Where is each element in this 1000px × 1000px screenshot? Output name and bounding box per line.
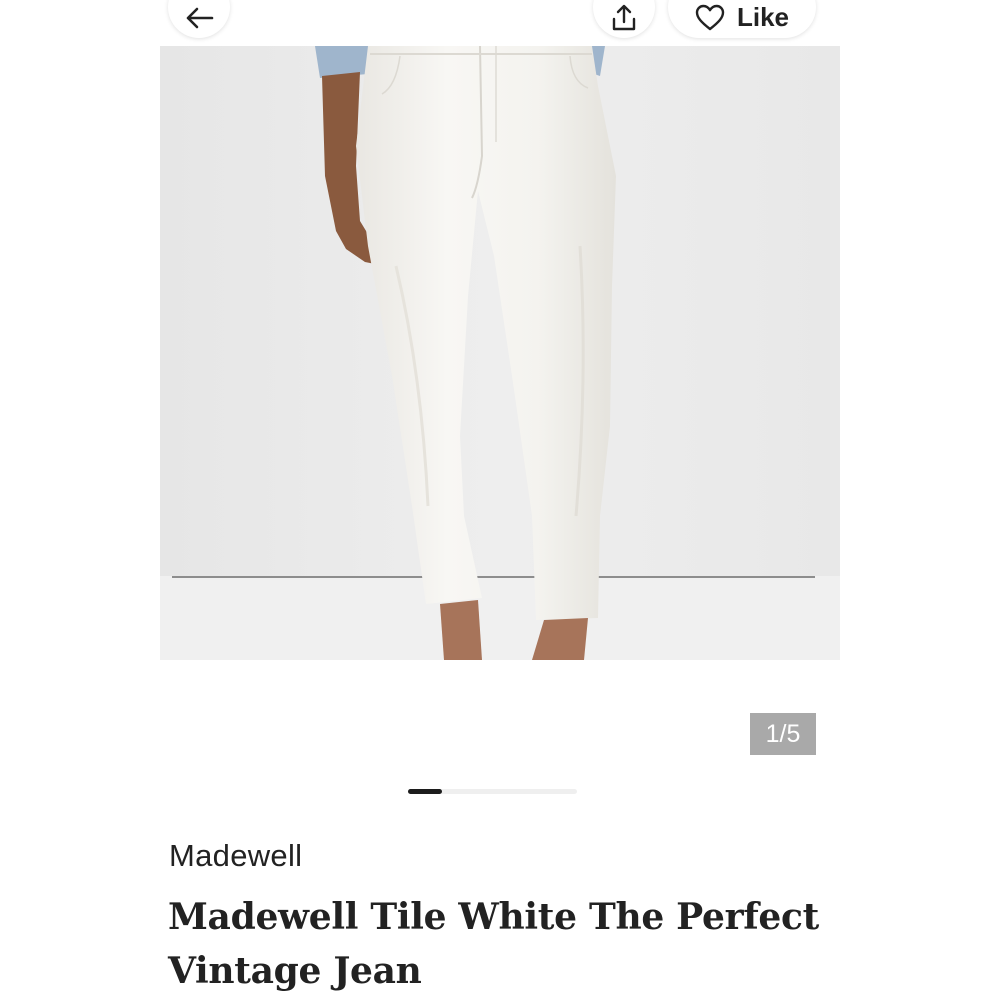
- product-photo-illustration: [160, 46, 840, 660]
- brand-link[interactable]: Madewell: [169, 838, 302, 874]
- share-button[interactable]: [593, 0, 655, 38]
- like-button[interactable]: Like: [668, 0, 816, 38]
- product-title: Madewell Tile White The Perfect Vintage …: [168, 896, 819, 992]
- like-label: Like: [736, 2, 790, 32]
- heart-icon: [695, 4, 725, 30]
- back-button[interactable]: [168, 0, 230, 38]
- carousel-progress-fill: [408, 789, 442, 794]
- carousel-progress-track: [408, 789, 577, 794]
- product-image[interactable]: [160, 46, 840, 660]
- product-listing-screen: Like 1/5 Madewell Madewell Tile White Th…: [0, 0, 1000, 1000]
- image-counter: 1/5: [750, 713, 816, 755]
- arrow-left-icon: [186, 7, 214, 29]
- share-icon: [612, 4, 636, 31]
